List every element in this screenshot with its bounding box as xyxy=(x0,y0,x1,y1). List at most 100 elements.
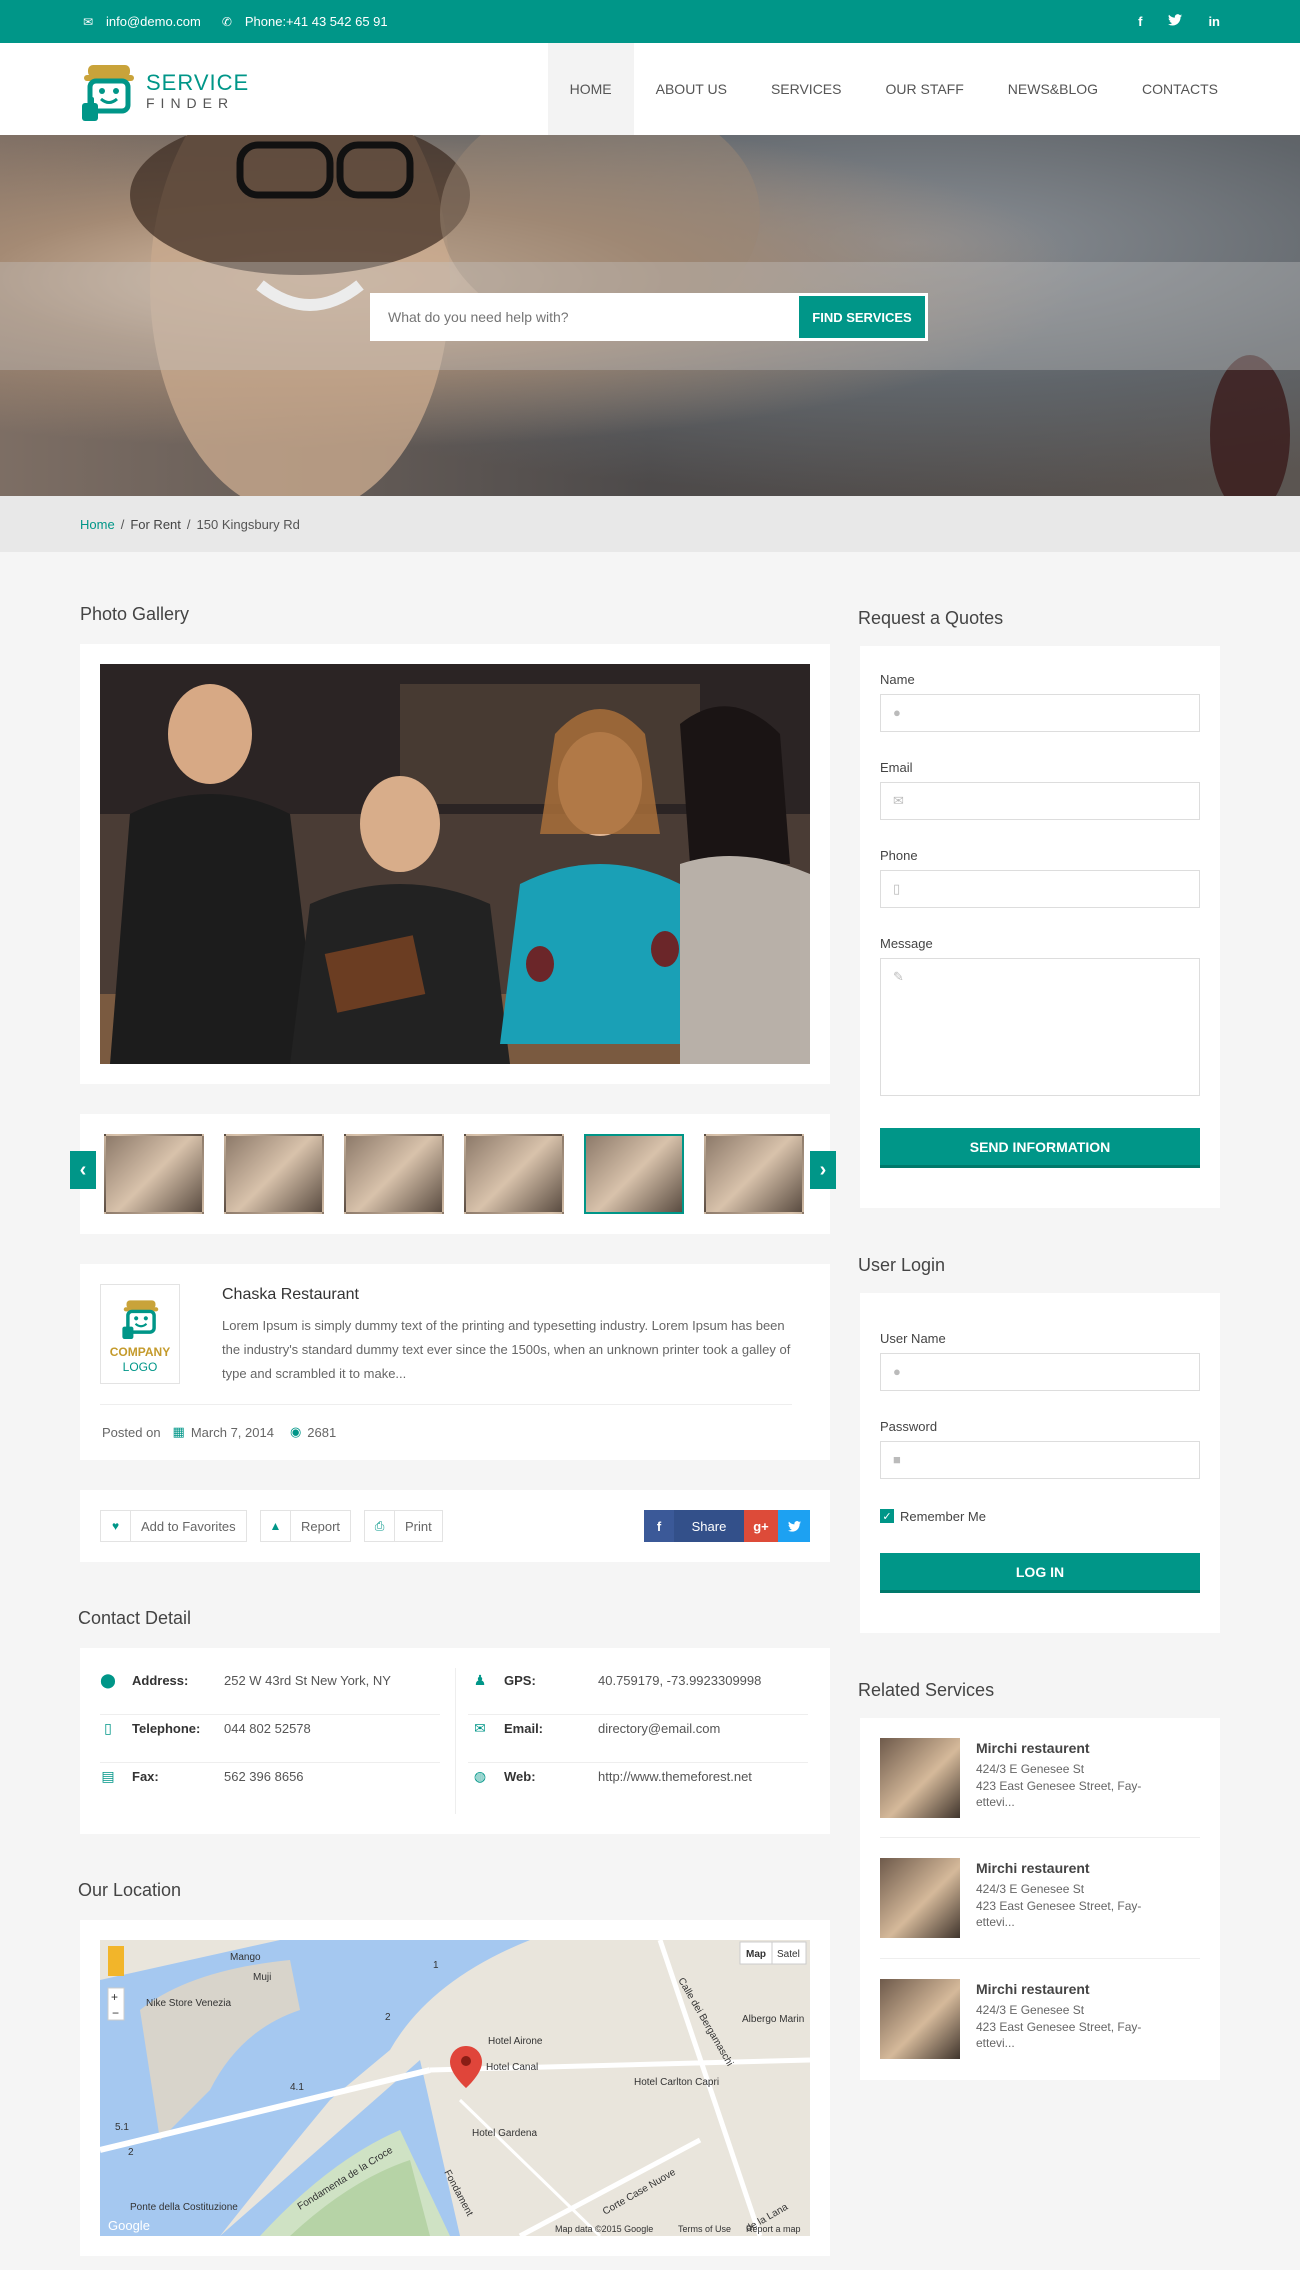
send-information-button[interactable]: SEND INFORMATION xyxy=(880,1128,1200,1168)
divider xyxy=(100,1714,440,1715)
remember-me-label: Remember Me xyxy=(900,1509,986,1524)
search-input[interactable] xyxy=(370,293,799,341)
related-service-title[interactable]: Mirchi restaurent xyxy=(976,1740,1090,1756)
map-label: Muji xyxy=(253,1972,271,1983)
topbar-email[interactable]: info@demo.com xyxy=(106,14,201,29)
gallery-thumbnail[interactable] xyxy=(104,1134,204,1214)
user-login-title: User Login xyxy=(858,1255,946,1275)
gallery-thumbnail-active[interactable] xyxy=(584,1134,684,1214)
nav-contacts[interactable]: CONTACTS xyxy=(1120,43,1240,135)
location-map[interactable]: Map Satel + − Mango Muji Nike Store Vene… xyxy=(100,1940,810,2236)
gallery-thumbnail[interactable] xyxy=(344,1134,444,1214)
map-label: 2 xyxy=(385,2012,391,2023)
related-service-address: 424/3 E Genesee St xyxy=(976,1762,1085,1776)
related-service-image[interactable] xyxy=(880,1858,960,1938)
web-value[interactable]: http://www.themeforest.net xyxy=(598,1769,752,1784)
related-service-image[interactable] xyxy=(880,1738,960,1818)
map-terms-link[interactable]: Terms of Use xyxy=(678,2224,731,2234)
gallery-next-arrow-icon[interactable]: › xyxy=(810,1151,836,1189)
print-button[interactable]: ⎙ Print xyxy=(364,1510,443,1542)
hero-search-bar: FIND SERVICES xyxy=(370,293,928,341)
site-logo[interactable]: SERVICE FINDER xyxy=(80,61,249,123)
nav-home[interactable]: HOME xyxy=(547,43,634,135)
web-label: Web: xyxy=(504,1769,536,1784)
breadcrumb-home[interactable]: Home xyxy=(80,517,115,532)
log-in-button[interactable]: LOG IN xyxy=(880,1553,1200,1593)
twitter-share-icon[interactable] xyxy=(778,1510,810,1542)
fax-row: ▤ Fax: 562 396 8656 xyxy=(98,1768,303,1785)
lock-icon: ■ xyxy=(893,1452,901,1467)
related-service-title[interactable]: Mirchi restaurent xyxy=(976,1981,1090,1997)
listing-card: COMPANY LOGO Chaska Restaurant Lorem Ips… xyxy=(80,1264,830,1460)
address-value: 252 W 43rd St New York, NY xyxy=(224,1673,391,1688)
related-service-title[interactable]: Mirchi restaurent xyxy=(976,1860,1090,1876)
breadcrumb-separator: / xyxy=(120,516,125,532)
find-services-button[interactable]: FIND SERVICES xyxy=(799,296,925,338)
related-service-item[interactable]: Mirchi restaurent 424/3 E Genesee St 423… xyxy=(880,1858,1200,1948)
listing-title[interactable]: Chaska Restaurant xyxy=(222,1286,359,1304)
divider xyxy=(880,1958,1200,1959)
add-to-favorites-label: Add to Favorites xyxy=(141,1518,236,1534)
username-field[interactable]: ● xyxy=(880,1353,1200,1391)
contact-detail-card: ⬤ Address: 252 W 43rd St New York, NY ♟ … xyxy=(80,1648,830,1834)
logo-line2: FINDER xyxy=(146,95,235,111)
linkedin-icon[interactable]: in xyxy=(1208,14,1220,29)
location-card: Map Satel + − Mango Muji Nike Store Vene… xyxy=(80,1920,830,2256)
facebook-icon[interactable]: f xyxy=(1138,14,1142,29)
map-type-button[interactable]: Map xyxy=(746,1949,766,1960)
posted-on-label: Posted on xyxy=(102,1424,161,1440)
request-quotes-title: Request a Quotes xyxy=(858,608,1004,628)
hero-banner: FIND SERVICES xyxy=(0,135,1300,496)
name-field[interactable]: ● xyxy=(880,694,1200,732)
gallery-thumbnail[interactable] xyxy=(704,1134,804,1214)
related-service-address: 424/3 E Genesee St xyxy=(976,1882,1085,1896)
add-to-favorites-button[interactable]: ♥ Add to Favorites xyxy=(100,1510,247,1542)
company-logo-line1: COMPANY xyxy=(109,1345,171,1359)
site-header: SERVICE FINDER HOME ABOUT US SERVICES OU… xyxy=(0,43,1300,135)
email-row: ✉ Email: directory@email.com xyxy=(470,1720,720,1737)
satellite-type-button[interactable]: Satel xyxy=(777,1949,800,1960)
envelope-icon: ✉ xyxy=(474,1720,486,1736)
logo-line1: SERVICE xyxy=(146,70,250,95)
divider xyxy=(880,1837,1200,1838)
google-plus-share-icon[interactable]: g+ xyxy=(744,1510,778,1542)
map-attribution: Map data ©2015 Google xyxy=(555,2224,653,2234)
pegman-icon[interactable] xyxy=(108,1946,124,1976)
user-login-card: User Name ● Password ■ ✓ Remember Me LOG… xyxy=(860,1293,1220,1633)
nav-about-us[interactable]: ABOUT US xyxy=(634,43,749,135)
related-service-image[interactable] xyxy=(880,1979,960,2059)
related-services-card: Mirchi restaurent 424/3 E Genesee St 423… xyxy=(860,1718,1220,2080)
nav-our-staff[interactable]: OUR STAFF xyxy=(863,43,985,135)
password-field[interactable]: ■ xyxy=(880,1441,1200,1479)
twitter-icon[interactable] xyxy=(1168,14,1183,29)
gallery-prev-arrow-icon[interactable]: ‹ xyxy=(70,1151,96,1189)
main-gallery-photo[interactable] xyxy=(100,664,810,1064)
gallery-thumbnail[interactable] xyxy=(224,1134,324,1214)
fax-label: Fax: xyxy=(132,1769,159,1784)
nav-news-blog[interactable]: NEWS&BLOG xyxy=(986,43,1120,135)
email-field[interactable]: ✉ xyxy=(880,782,1200,820)
eye-icon: ◉ xyxy=(289,1424,302,1439)
related-service-item[interactable]: Mirchi restaurent 424/3 E Genesee St 423… xyxy=(880,1979,1200,2069)
email-value[interactable]: directory@email.com xyxy=(598,1721,720,1736)
remember-me-checkbox[interactable]: ✓ xyxy=(880,1509,894,1523)
related-service-address-detail: 423 East Genesee Street, Fay-ettevi... xyxy=(976,2020,1142,2050)
gallery-thumbnail[interactable] xyxy=(464,1134,564,1214)
breadcrumb-section[interactable]: For Rent xyxy=(130,517,181,532)
print-icon: ⎙ xyxy=(365,1511,395,1541)
related-service-item[interactable]: Mirchi restaurent 424/3 E Genesee St 423… xyxy=(880,1738,1200,1828)
report-button[interactable]: ▲ Report xyxy=(260,1510,352,1542)
map-label: Hotel Carlton Capri xyxy=(634,2077,719,2088)
map-label: 2 xyxy=(128,2147,134,2158)
facebook-share-icon[interactable]: f xyxy=(644,1510,674,1542)
telephone-value[interactable]: 044 802 52578 xyxy=(224,1721,311,1736)
phone-field[interactable]: ▯ xyxy=(880,870,1200,908)
map-label: Hotel Canal xyxy=(486,2062,538,2073)
message-field[interactable]: ✎ xyxy=(880,958,1200,1096)
map-report-link[interactable]: Report a map xyxy=(746,2224,801,2234)
divider xyxy=(468,1762,808,1763)
map-label: 1 xyxy=(433,1960,439,1971)
nav-services[interactable]: SERVICES xyxy=(749,43,864,135)
gps-icon: ♟ xyxy=(473,1672,487,1688)
share-button[interactable]: Share xyxy=(674,1510,744,1542)
